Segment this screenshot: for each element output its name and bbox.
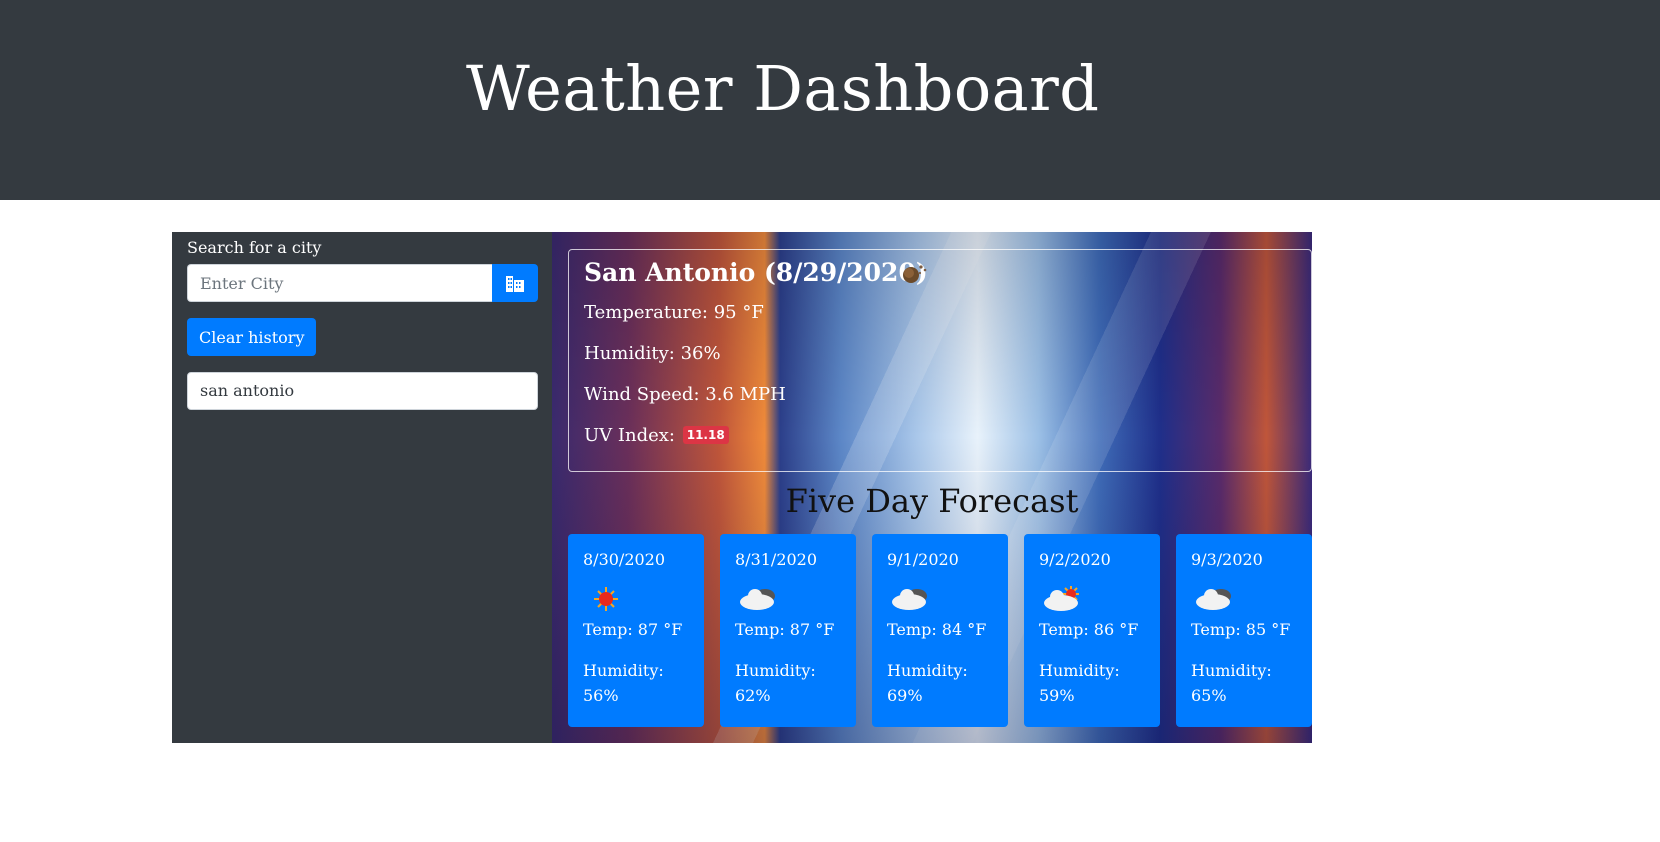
search-sidebar: Search for a city Clear history san anto…: [172, 232, 552, 743]
forecast-card: 9/3/2020 Temp: 85 °F Humidity: 65%: [1176, 534, 1312, 727]
moon-icon: [903, 265, 927, 283]
forecast-date: 9/1/2020: [887, 550, 959, 569]
forecast-card: 8/31/2020 Temp: 87 °F Humidity: 62%: [720, 534, 856, 727]
search-button[interactable]: [492, 264, 538, 302]
clear-history-button[interactable]: Clear history: [187, 318, 317, 356]
forecast-temp: Temp: 84 °F: [887, 620, 987, 639]
cloud-icon: [740, 589, 775, 610]
page-header: Weather Dashboard: [0, 0, 1660, 200]
cloud-icon: [1196, 589, 1231, 610]
forecast-humidity: Humidity: 56%: [583, 661, 664, 705]
forecast-humidity: Humidity: 69%: [887, 661, 968, 705]
forecast-date: 8/31/2020: [735, 550, 818, 569]
forecast-title: Five Day Forecast: [785, 482, 1079, 520]
forecast-date: 9/3/2020: [1191, 550, 1263, 569]
forecast-humidity: Humidity: 62%: [735, 661, 816, 705]
forecast-temp: Temp: 85 °F: [1191, 620, 1291, 639]
current-temperature: Temperature: 95 °F: [584, 302, 764, 323]
weather-panel: San Antonio (8/29/2020) Temperature: 95 …: [552, 232, 1312, 743]
forecast-humidity: Humidity: 65%: [1191, 661, 1272, 705]
search-label: Search for a city: [187, 238, 322, 257]
forecast-temp: Temp: 86 °F: [1039, 620, 1139, 639]
forecast-card: 9/2/2020 Temp: 86 °F Humidity: 59%: [1024, 534, 1160, 727]
forecast-humidity: Humidity: 59%: [1039, 661, 1120, 705]
cloud-icon: [892, 589, 927, 610]
sun-icon: [594, 587, 618, 611]
current-uv-index: UV Index: 11.18: [584, 425, 729, 446]
forecast-date: 9/2/2020: [1039, 550, 1111, 569]
uv-label: UV Index:: [584, 425, 675, 446]
partly-cloudy-icon: [1044, 586, 1079, 611]
forecast-temp: Temp: 87 °F: [735, 620, 835, 639]
current-humidity: Humidity: 36%: [584, 343, 721, 364]
search-group: [187, 264, 538, 302]
forecast-card: 9/1/2020 Temp: 84 °F Humidity: 69%: [872, 534, 1008, 727]
history-item[interactable]: san antonio: [187, 372, 538, 410]
forecast-date: 8/30/2020: [583, 550, 666, 569]
current-weather-card: San Antonio (8/29/2020) Temperature: 95 …: [568, 249, 1312, 472]
page-title: Weather Dashboard: [466, 52, 1100, 125]
current-city-title: San Antonio (8/29/2020): [584, 258, 928, 287]
current-wind-speed: Wind Speed: 3.6 MPH: [584, 384, 786, 405]
forecast-temp: Temp: 87 °F: [583, 620, 683, 639]
uv-badge: 11.18: [682, 426, 729, 444]
forecast-card: 8/30/2020 Temp: 87 °F Humidity: 56%: [568, 534, 704, 727]
city-search-input[interactable]: [187, 264, 492, 302]
city-icon: [506, 276, 524, 292]
